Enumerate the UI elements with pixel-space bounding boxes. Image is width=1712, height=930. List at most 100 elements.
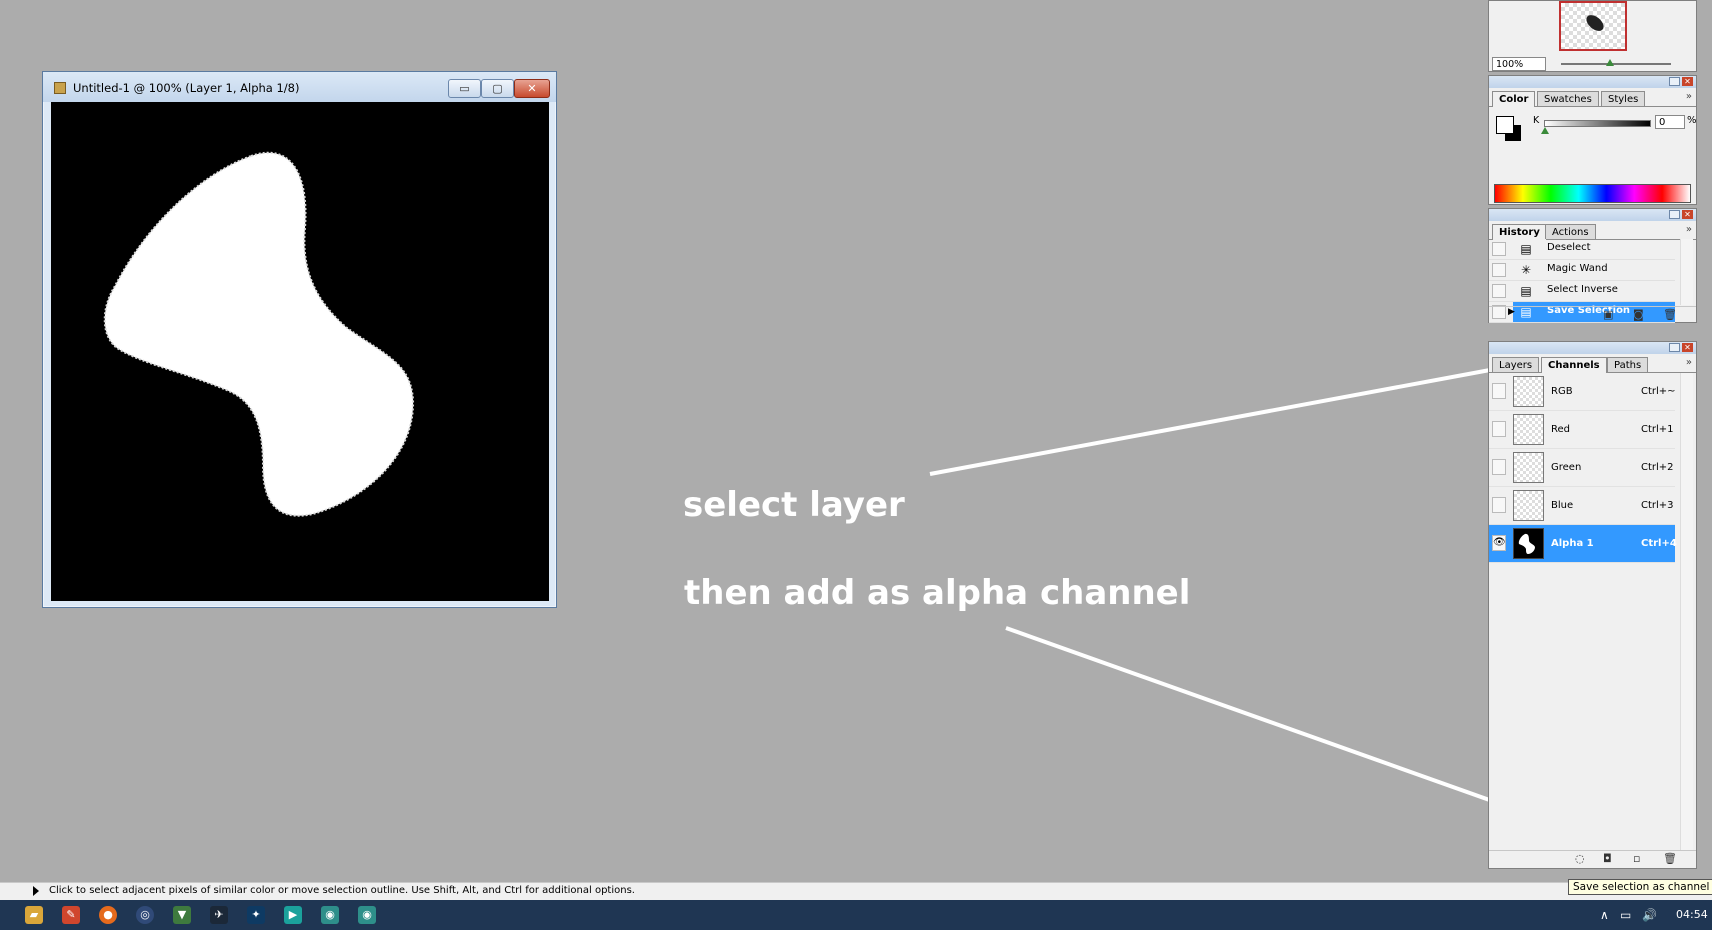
- history-snapshot-checkbox[interactable]: [1492, 284, 1506, 298]
- close-button[interactable]: ✕: [514, 79, 550, 98]
- history-snapshot-checkbox[interactable]: [1492, 263, 1506, 277]
- photoshop-icon[interactable]: ✦: [247, 906, 265, 924]
- status-arrow-icon[interactable]: [33, 886, 39, 896]
- channel-thumbnail: [1513, 490, 1544, 521]
- channel-row-red[interactable]: Red Ctrl+1: [1489, 411, 1675, 449]
- navigator-slider-knob[interactable]: [1606, 59, 1614, 66]
- panel-minimize-icon[interactable]: [1669, 343, 1680, 352]
- app-icon[interactable]: ◎: [136, 906, 154, 924]
- k-channel-label: K: [1533, 115, 1540, 126]
- document-window[interactable]: Untitled-1 @ 100% (Layer 1, Alpha 1/8) ▭…: [42, 71, 557, 608]
- panel-close-icon[interactable]: ✕: [1682, 77, 1693, 86]
- vector-icon[interactable]: ▼: [173, 906, 191, 924]
- tab-layers[interactable]: Layers: [1492, 357, 1540, 372]
- channel-row-alpha-1[interactable]: 👁 Alpha 1 Ctrl+4: [1489, 525, 1677, 563]
- channel-thumbnail: [1513, 376, 1544, 407]
- network-icon[interactable]: ▭: [1620, 908, 1631, 922]
- channels-panel: ✕ Layers Channels Paths » RGB Ctrl+~ Red…: [1488, 341, 1697, 869]
- status-bar: Click to select adjacent pixels of simil…: [0, 882, 1712, 900]
- volume-icon[interactable]: 🔊: [1642, 908, 1657, 922]
- clock[interactable]: 04:54: [1676, 908, 1708, 921]
- document-title: Untitled-1 @ 100% (Layer 1, Alpha 1/8): [73, 81, 300, 95]
- save-selection-as-channel-icon[interactable]: ◘: [1603, 852, 1612, 865]
- panel-menu-icon[interactable]: »: [1686, 357, 1692, 368]
- color-panel: ✕ Color Swatches Styles » K 0 %: [1488, 75, 1697, 205]
- panel-minimize-icon[interactable]: [1669, 77, 1680, 86]
- panel-menu-icon[interactable]: »: [1686, 224, 1692, 235]
- channel-label: Blue: [1551, 500, 1574, 511]
- tab-channels[interactable]: Channels: [1541, 357, 1607, 373]
- foreground-color-swatch[interactable]: [1496, 116, 1514, 134]
- channels-footer: ◌ ◘ ▫ 🗑: [1489, 850, 1696, 868]
- visibility-toggle[interactable]: [1492, 497, 1506, 513]
- tab-actions[interactable]: Actions: [1545, 224, 1596, 239]
- channel-label: RGB: [1551, 386, 1573, 397]
- channel-shortcut: Ctrl+3: [1641, 500, 1674, 511]
- visibility-toggle[interactable]: [1492, 421, 1506, 437]
- trash-icon[interactable]: 🗑: [1663, 308, 1677, 321]
- visibility-toggle[interactable]: [1492, 459, 1506, 475]
- navigator-zoom-field[interactable]: 100%: [1492, 57, 1546, 71]
- document-icon: ▤: [1520, 242, 1532, 256]
- history-item[interactable]: ✳ Magic Wand: [1489, 260, 1675, 281]
- new-document-from-state-icon[interactable]: ▣: [1603, 308, 1613, 321]
- explorer-icon[interactable]: ▰: [25, 906, 43, 924]
- alpha-shape: [103, 151, 415, 517]
- app2-icon[interactable]: ▶: [284, 906, 302, 924]
- navigator-thumbnail[interactable]: [1559, 1, 1627, 51]
- channel-row-green[interactable]: Green Ctrl+2: [1489, 449, 1675, 487]
- document-canvas[interactable]: [51, 102, 549, 601]
- channels-scrollbar[interactable]: [1680, 373, 1693, 851]
- document-icon: [54, 82, 66, 94]
- new-snapshot-icon[interactable]: ◙: [1633, 308, 1644, 321]
- channel-label: Red: [1551, 424, 1570, 435]
- tab-history[interactable]: History: [1492, 224, 1547, 240]
- panel-titlebar[interactable]: ✕: [1489, 342, 1696, 354]
- new-channel-icon[interactable]: ▫: [1633, 852, 1640, 865]
- eye-icon[interactable]: 👁: [1492, 535, 1506, 551]
- panel-titlebar[interactable]: ✕: [1489, 209, 1696, 221]
- history-scrollbar[interactable]: [1680, 239, 1693, 305]
- tab-swatches[interactable]: Swatches: [1537, 91, 1599, 106]
- history-item[interactable]: ▤ Select Inverse: [1489, 281, 1675, 302]
- channel-thumbnail: [1513, 452, 1544, 483]
- channel-label: Green: [1551, 462, 1582, 473]
- channels-list: RGB Ctrl+~ Red Ctrl+1 Green Ctrl+2 Blue …: [1489, 373, 1677, 563]
- panel-menu-icon[interactable]: »: [1686, 91, 1692, 102]
- k-percent-label: %: [1687, 115, 1697, 126]
- channel-shortcut: Ctrl+4: [1641, 538, 1677, 549]
- visibility-toggle[interactable]: [1492, 383, 1506, 399]
- app4-icon[interactable]: ◉: [358, 906, 376, 924]
- annotation-select-layer: select layer: [683, 485, 905, 525]
- history-snapshot-checkbox[interactable]: [1492, 242, 1506, 256]
- app3-icon[interactable]: ◉: [321, 906, 339, 924]
- maximize-button[interactable]: ▢: [481, 79, 514, 98]
- steam-icon[interactable]: ✈: [210, 906, 228, 924]
- color-spectrum-bar[interactable]: [1494, 184, 1691, 203]
- document-titlebar[interactable]: Untitled-1 @ 100% (Layer 1, Alpha 1/8) ▭…: [43, 72, 556, 102]
- tab-color[interactable]: Color: [1492, 91, 1536, 107]
- minimize-button[interactable]: ▭: [448, 79, 481, 98]
- navigator-zoom-slider[interactable]: [1561, 59, 1671, 66]
- load-channel-as-selection-icon[interactable]: ◌: [1575, 852, 1585, 865]
- channel-row-rgb[interactable]: RGB Ctrl+~: [1489, 373, 1676, 411]
- channel-shortcut: Ctrl+2: [1641, 462, 1674, 473]
- k-slider-knob[interactable]: [1541, 127, 1549, 134]
- channel-shortcut: Ctrl+1: [1641, 424, 1674, 435]
- status-text: Click to select adjacent pixels of simil…: [49, 885, 635, 896]
- history-item[interactable]: ▤ Deselect: [1489, 239, 1675, 260]
- k-value-input[interactable]: 0: [1655, 115, 1685, 129]
- k-slider[interactable]: [1541, 120, 1651, 134]
- tab-styles[interactable]: Styles: [1601, 91, 1646, 106]
- show-hidden-icons-icon[interactable]: ∧: [1600, 908, 1609, 922]
- panel-minimize-icon[interactable]: [1669, 210, 1680, 219]
- panel-close-icon[interactable]: ✕: [1682, 210, 1693, 219]
- trash-icon[interactable]: 🗑: [1663, 852, 1677, 865]
- panel-titlebar[interactable]: ✕: [1489, 76, 1696, 88]
- paint-icon[interactable]: ✎: [62, 906, 80, 924]
- magic-wand-icon: ✳: [1520, 263, 1532, 277]
- firefox-icon[interactable]: ●: [99, 906, 117, 924]
- channel-row-blue[interactable]: Blue Ctrl+3: [1489, 487, 1675, 525]
- tab-paths[interactable]: Paths: [1607, 357, 1649, 372]
- panel-close-icon[interactable]: ✕: [1682, 343, 1693, 352]
